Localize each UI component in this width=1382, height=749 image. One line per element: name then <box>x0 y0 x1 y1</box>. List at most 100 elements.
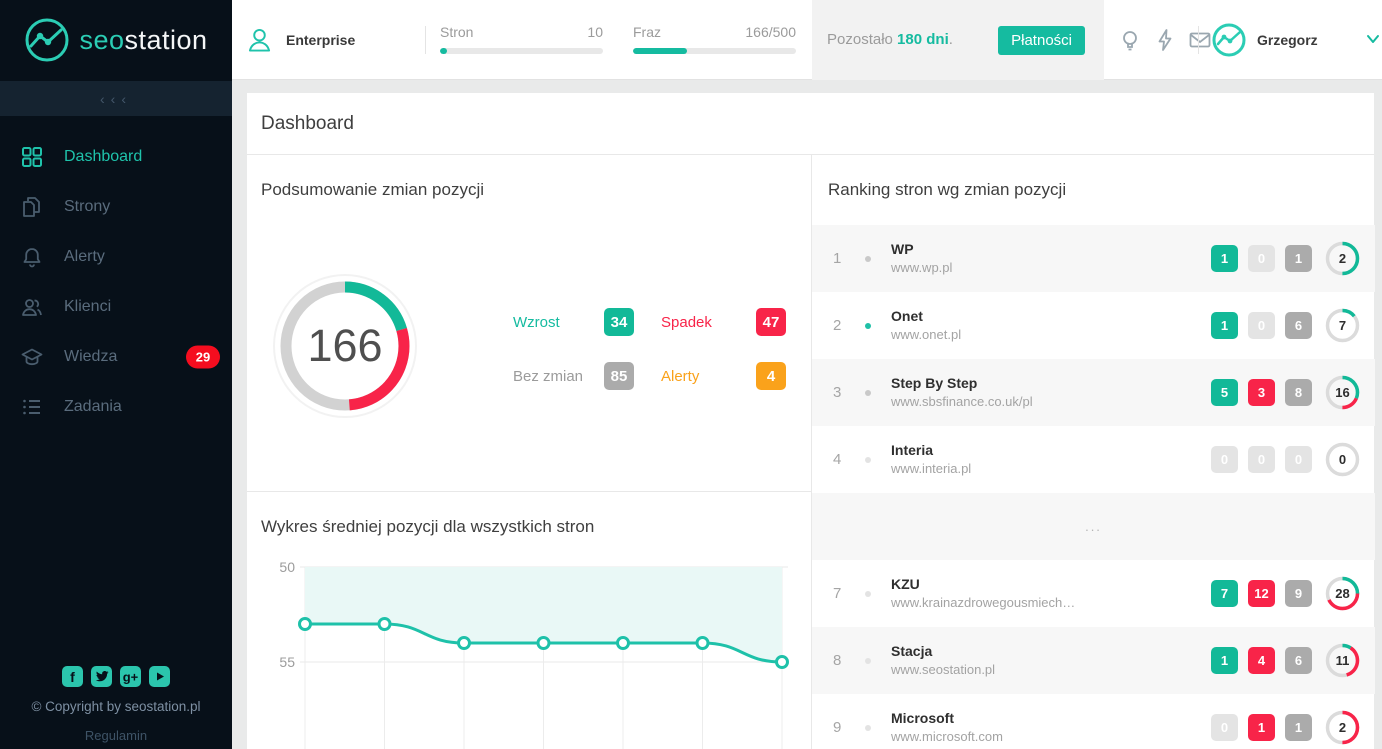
facebook-icon[interactable]: f <box>62 666 83 687</box>
rank-number: 8 <box>833 627 841 694</box>
user-menu[interactable]: Grzegorz <box>1212 0 1318 80</box>
topbar-divider <box>425 26 426 54</box>
nochange-count-badge: 1 <box>1285 245 1312 272</box>
site-url: www.interia.pl <box>891 460 971 478</box>
social-links: f g+ <box>0 666 232 687</box>
pages-meter-track <box>440 48 603 54</box>
nochange-count-badge: 6 <box>1285 312 1312 339</box>
svg-text:g+: g+ <box>123 670 139 685</box>
down-count-badge: 12 <box>1248 580 1275 607</box>
ranking-row-onet[interactable]: 2 Onet www.onet.pl 1 0 6 7 <box>812 292 1375 359</box>
collapse-chevrons-icon: ‹‹‹ <box>100 91 132 107</box>
ranking-row-kzu[interactable]: 7 KZU www.krainazdrowegousmiech… 7 12 9 … <box>812 560 1375 627</box>
sidebar-item-label: Dashboard <box>64 148 142 166</box>
youtube-icon[interactable] <box>149 666 170 687</box>
status-dot-icon <box>865 591 871 597</box>
subscription-remaining: Pozostało 180 dni. <box>827 31 953 48</box>
sidebar-nav: Dashboard Strony Alerty Klienci Wiedza 2… <box>0 132 232 432</box>
sidebar-item-label: Strony <box>64 198 110 216</box>
total-changes-value: 2 <box>1325 241 1360 276</box>
sidebar-item-zadania[interactable]: Zadania <box>0 382 232 432</box>
app-root: seostation ‹‹‹ Dashboard Strony Alerty K… <box>0 0 1382 749</box>
svg-text:50: 50 <box>279 559 295 575</box>
phrases-meter-track <box>633 48 796 54</box>
sidebar-collapse-toggle[interactable]: ‹‹‹ <box>0 81 232 116</box>
sidebar-item-label: Wiedza <box>64 348 117 366</box>
twitter-icon[interactable] <box>91 666 112 687</box>
googleplus-icon[interactable]: g+ <box>120 666 141 687</box>
avg-position-line-chart: 5055 <box>247 491 811 749</box>
nochange-count-badge: 0 <box>1285 446 1312 473</box>
status-dot-icon <box>865 256 871 262</box>
ranking-row-step-by-step[interactable]: 3 Step By Step www.sbsfinance.co.uk/pl 5… <box>812 359 1375 426</box>
site-name: KZU <box>891 574 1075 594</box>
status-dot-icon <box>865 658 871 664</box>
rank-number: 9 <box>833 694 841 749</box>
down-count-badge: 0 <box>1248 446 1275 473</box>
stat-value-gray: 85 <box>604 362 634 390</box>
phrases-meter: Fraz 166/500 <box>633 24 796 54</box>
phrases-meter-value: 166/500 <box>745 24 796 40</box>
up-count-badge: 7 <box>1211 580 1238 607</box>
pages-icon <box>20 195 44 219</box>
site-name: Step By Step <box>891 373 1033 393</box>
summary-panel-title: Podsumowanie zmian pozycji <box>261 180 484 200</box>
total-changes-value: 2 <box>1325 710 1360 745</box>
rank-number: 4 <box>833 426 841 493</box>
mail-icon[interactable] <box>1188 28 1212 52</box>
site-url: www.wp.pl <box>891 259 952 277</box>
sidebar-item-label: Alerty <box>64 248 105 266</box>
ranking-rows: 1 WP www.wp.pl 1 0 1 2 2 Onet www.onet.p… <box>812 225 1375 749</box>
chevron-down-icon[interactable] <box>1366 34 1380 44</box>
account-plan[interactable]: Enterprise <box>248 0 355 80</box>
sidebar-item-klienci[interactable]: Klienci <box>0 282 232 332</box>
person-icon <box>248 27 271 53</box>
payments-button[interactable]: Płatności <box>998 26 1085 55</box>
sidebar-item-strony[interactable]: Strony <box>0 182 232 232</box>
lightbulb-icon[interactable] <box>1118 28 1142 52</box>
pages-meter-value: 10 <box>587 24 603 40</box>
regulamin-link[interactable]: Regulamin <box>0 728 232 743</box>
rank-number: 2 <box>833 292 841 359</box>
billing-section: Pozostało 180 dni. Płatności <box>812 0 1104 80</box>
status-dot-icon <box>865 457 871 463</box>
topbar-divider-2 <box>1198 26 1199 54</box>
down-count-badge: 4 <box>1248 647 1275 674</box>
total-changes-value: 28 <box>1325 576 1360 611</box>
copyright-text: © Copyright by seostation.pl <box>0 699 232 714</box>
site-url: www.krainazdrowegousmiech… <box>891 594 1075 612</box>
up-count-badge: 1 <box>1211 312 1238 339</box>
ranking-panel-title: Ranking stron wg zmian pozycji <box>828 180 1066 200</box>
site-url: www.onet.pl <box>891 326 961 344</box>
total-changes-value: 0 <box>1325 442 1360 477</box>
pages-meter-fill <box>440 48 447 54</box>
stat-label-teal: Wzrost <box>513 308 560 336</box>
status-dot-icon <box>865 323 871 329</box>
lightning-icon[interactable] <box>1153 28 1177 52</box>
nochange-count-badge: 8 <box>1285 379 1312 406</box>
ranking-row-wp[interactable]: 1 WP www.wp.pl 1 0 1 2 <box>812 225 1375 292</box>
brand-logo[interactable]: seostation <box>0 0 232 80</box>
wiedza-count-badge: 29 <box>186 346 220 369</box>
bell-icon <box>20 245 44 269</box>
stat-value-red: 47 <box>756 308 786 336</box>
sidebar-item-alerty[interactable]: Alerty <box>0 232 232 282</box>
main-content-card: Dashboard Podsumowanie zmian pozycji 166… <box>247 93 1374 749</box>
ranking-row-microsoft[interactable]: 9 Microsoft www.microsoft.com 0 1 1 2 <box>812 694 1375 749</box>
ranking-row-stacja[interactable]: 8 Stacja www.seostation.pl 1 4 6 11 <box>812 627 1375 694</box>
sidebar-item-wiedza[interactable]: Wiedza 29 <box>0 332 232 382</box>
site-name: WP <box>891 239 952 259</box>
up-count-badge: 1 <box>1211 647 1238 674</box>
page-header: Dashboard <box>247 93 1374 155</box>
page-title: Dashboard <box>261 113 354 135</box>
hidden-rows-ellipsis: ... <box>812 493 1375 560</box>
rank-number: 1 <box>833 225 841 292</box>
ranking-row-interia[interactable]: 4 Interia www.interia.pl 0 0 0 0 <box>812 426 1375 493</box>
total-changes-value: 7 <box>1325 308 1360 343</box>
sidebar-item-dashboard[interactable]: Dashboard <box>0 132 232 182</box>
account-plan-label: Enterprise <box>286 32 355 48</box>
brand-name: seostation <box>79 25 207 56</box>
seostation-logo-icon <box>24 17 70 63</box>
sidebar-item-label: Klienci <box>64 298 111 316</box>
pages-meter-label: Stron <box>440 24 473 40</box>
